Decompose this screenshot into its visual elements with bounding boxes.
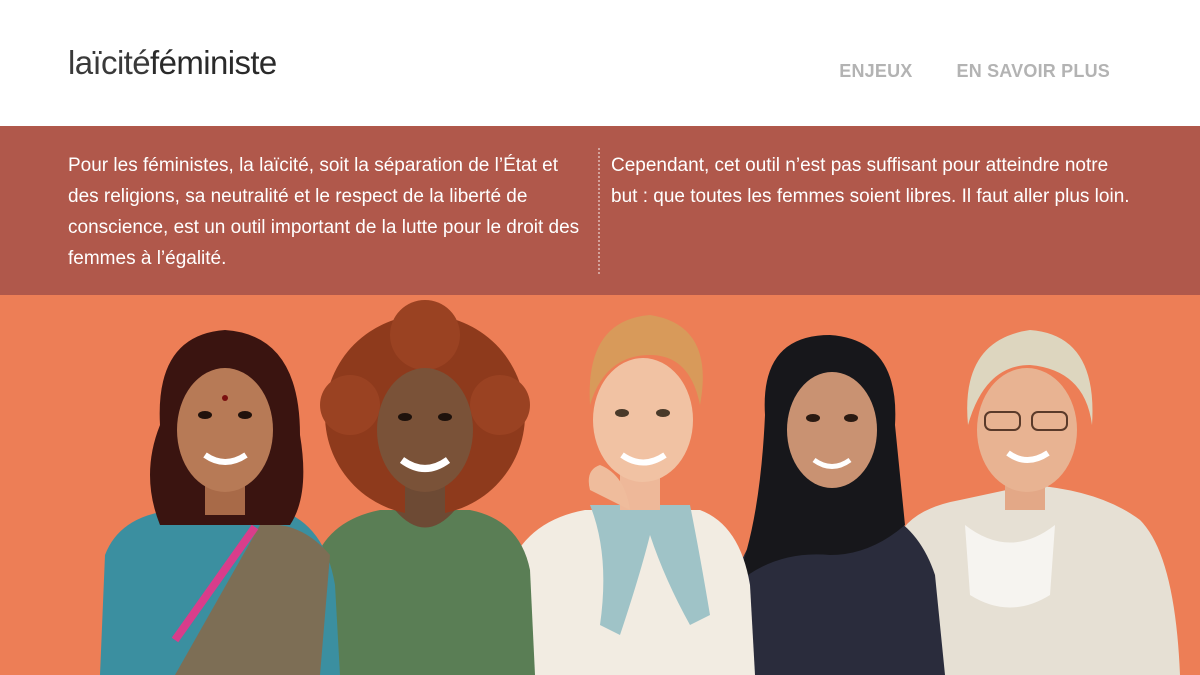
woman-blonde-short-hair xyxy=(505,315,755,675)
logo-text-feministe: féministe xyxy=(150,44,277,81)
intro-text-right: Cependant, cet outil n’est pas suffisant… xyxy=(611,155,1130,207)
woman-hijab xyxy=(735,335,945,675)
site-logo[interactable]: laïcitéféministe xyxy=(68,44,277,82)
nav-link-enjeux[interactable]: ENJEUX xyxy=(839,61,912,82)
hero-women-image xyxy=(0,295,1200,675)
site-header: laïcitéféministe ENJEUX EN SAVOIR PLUS xyxy=(0,0,1200,126)
column-divider xyxy=(598,148,600,274)
logo-text-laicite: laïcité xyxy=(68,44,151,81)
woman-curly-hair xyxy=(310,300,535,675)
women-group-illustration xyxy=(100,300,1180,675)
woman-sari xyxy=(100,330,340,675)
nav-link-en-savoir-plus[interactable]: EN SAVOIR PLUS xyxy=(957,61,1111,82)
main-nav: ENJEUX EN SAVOIR PLUS xyxy=(839,61,1110,82)
intro-text-left: Pour les féministes, la laïcité, soit la… xyxy=(68,155,580,269)
intro-band: Pour les féministes, la laïcité, soit la… xyxy=(0,126,1200,295)
